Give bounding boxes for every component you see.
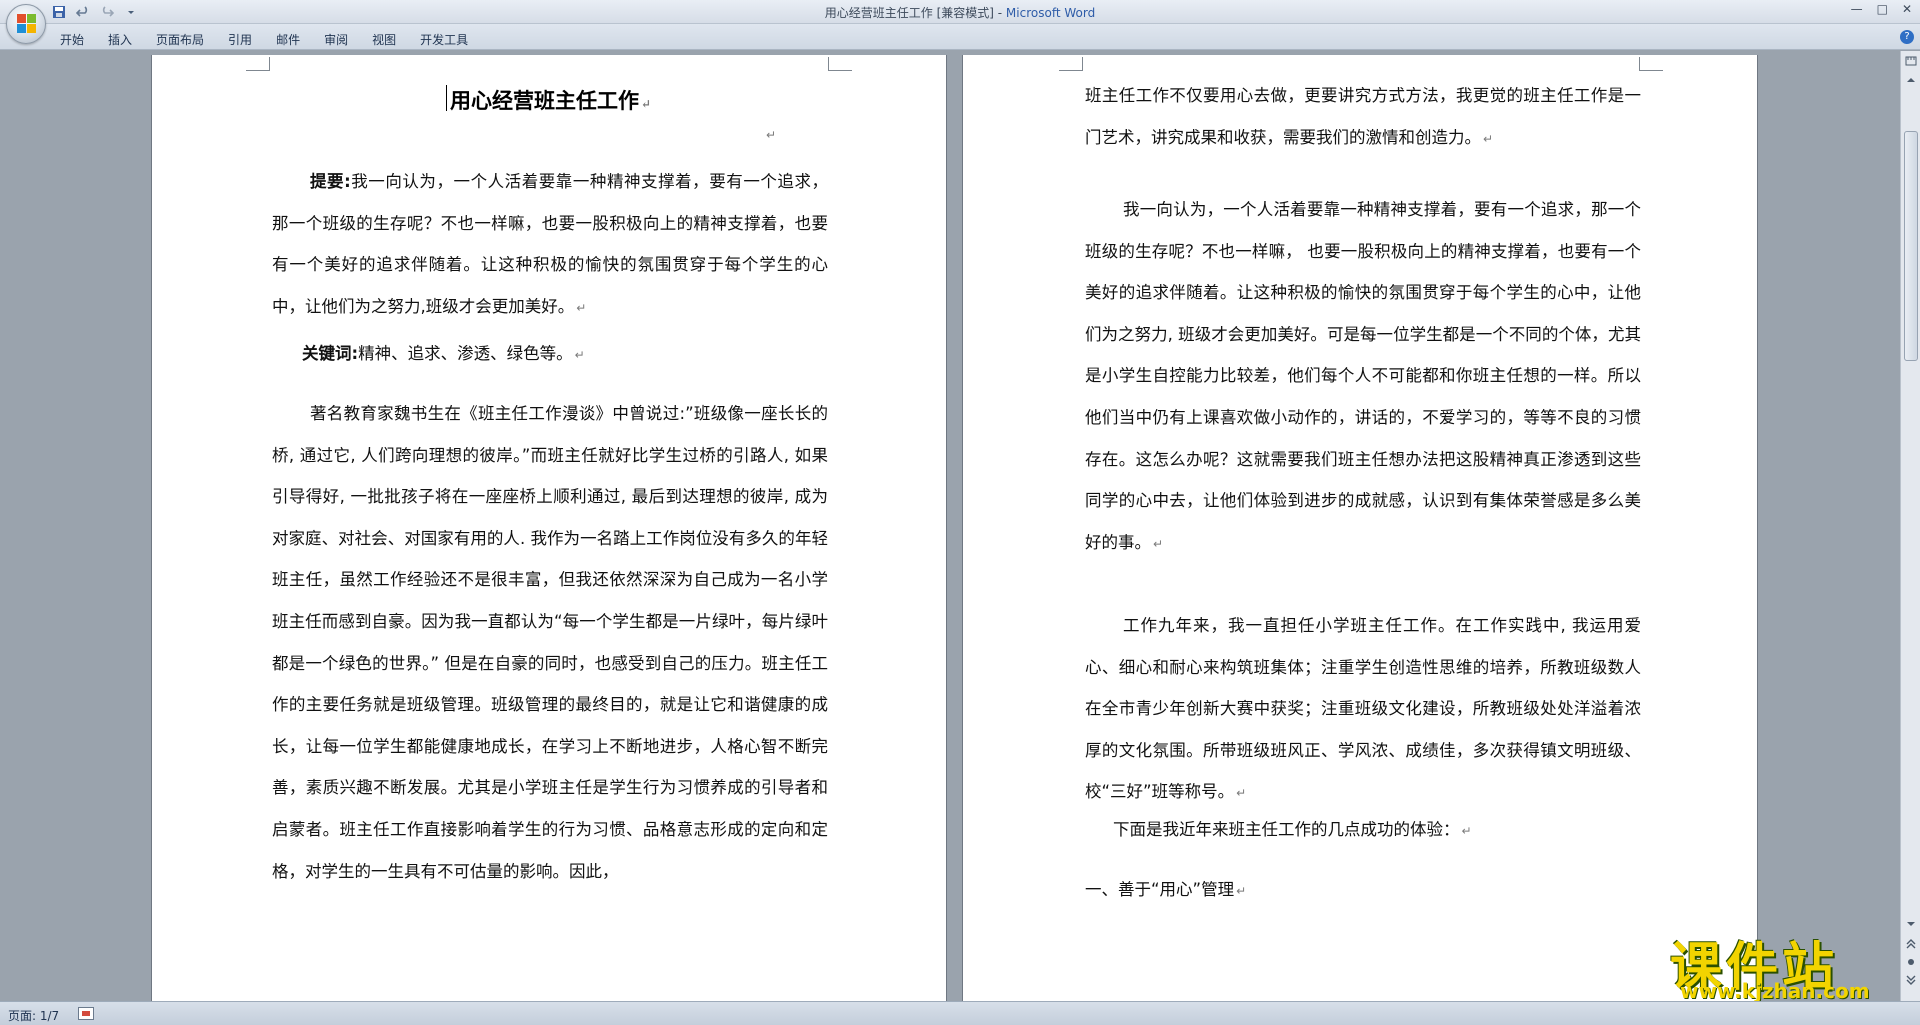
scroll-up-icon[interactable] [1904, 75, 1918, 89]
tab-insert[interactable]: 插入 [96, 29, 144, 50]
abstract-text: 我一向认为，一个人活着要靠一种精神支撑着，要有一个追求，那一个班级的生存呢？不也… [272, 172, 829, 316]
select-browse-object-icon[interactable] [1904, 957, 1918, 971]
restore-button[interactable]: □ [1877, 2, 1888, 16]
paragraph-text: 下面是我近年来班主任工作的几点成功的体验： [1113, 820, 1460, 839]
tab-review[interactable]: 审阅 [312, 29, 360, 50]
help-icon[interactable]: ? [1900, 30, 1914, 44]
crop-mark [1059, 57, 1083, 71]
tab-references[interactable]: 引用 [216, 29, 264, 50]
page-2[interactable]: 班主任工作不仅要用心去做，更要讲究方式方法，我更觉的班主任工作是一门艺术，讲究成… [963, 55, 1757, 1001]
heading-text: 用心经营班主任工作 [450, 88, 639, 113]
close-button[interactable]: ✕ [1902, 2, 1912, 16]
tab-home[interactable]: 开始 [48, 29, 96, 50]
document-heading: 用心经营班主任工作 ↵ [445, 85, 652, 115]
paragraph-mark: ↵ [1461, 824, 1472, 838]
keywords-paragraph: 关键词:精神、追求、渗透、绿色等。 ↵ [272, 333, 828, 377]
page-count-status[interactable]: 页面: 1/7 [8, 1007, 59, 1024]
continuation-paragraph: 班主任工作不仅要用心去做，更要讲究方式方法，我更觉的班主任工作是一门艺术，讲究成… [1085, 75, 1641, 160]
abstract-label: 提要: [310, 172, 351, 191]
crop-mark [246, 57, 270, 71]
keywords-label: 关键词: [302, 344, 359, 363]
abstract-paragraph: 提要:我一向认为，一个人活着要靠一种精神支撑着，要有一个追求，那一个班级的生存呢… [272, 161, 828, 329]
vertical-scrollbar[interactable] [1900, 51, 1920, 1001]
ruler-toggle-icon[interactable] [1904, 55, 1918, 69]
paragraph-mark: ↵ [766, 128, 777, 142]
empty-paragraph: ↵ [764, 113, 776, 157]
crop-mark [828, 57, 852, 71]
paragraph-mark: ↵ [641, 97, 652, 111]
paragraph-mark: ↵ [576, 300, 587, 315]
window-title: 用心经营班主任工作 [兼容模式] - Microsoft Word [0, 4, 1920, 21]
body-text: 著名教育家魏书生在《班主任工作漫谈》中曾说过:”班级像一座长长的桥, 通过它, … [272, 404, 828, 881]
scroll-down-icon[interactable] [1904, 919, 1918, 933]
paragraph-mark: ↵ [574, 348, 585, 362]
tab-developer[interactable]: 开发工具 [408, 29, 480, 50]
body-paragraph: 著名教育家魏书生在《班主任工作漫谈》中曾说过:”班级像一座长长的桥, 通过它, … [272, 393, 828, 892]
paragraph-mark: ↵ [1483, 131, 1494, 146]
app-name: Microsoft Word [1005, 6, 1096, 20]
paragraph-text: 班主任工作不仅要用心去做，更要讲究方式方法，我更觉的班主任工作是一门艺术，讲究成… [1085, 86, 1641, 147]
paragraph-mark: ↵ [1236, 884, 1247, 898]
proofing-status-icon[interactable] [78, 1007, 94, 1020]
keywords-text: 精神、追求、渗透、绿色等。 [358, 344, 573, 363]
paragraph-mark: ↵ [1153, 536, 1164, 551]
intro-paragraph: 下面是我近年来班主任工作的几点成功的体验： ↵ [1085, 809, 1641, 853]
window-controls: — □ ✕ [1851, 2, 1912, 16]
watermark-url-text: www.kjzhan.com [1680, 979, 1870, 1003]
tab-page-layout[interactable]: 页面布局 [144, 29, 216, 50]
minimize-button[interactable]: — [1851, 2, 1863, 16]
tab-mailings[interactable]: 邮件 [264, 29, 312, 50]
paragraph-text: 工作九年来，我一直担任小学班主任工作。在工作实践中, 我运用爱心、细心和耐心来构… [1085, 616, 1641, 802]
page-1[interactable]: 用心经营班主任工作 ↵ ↵ 提要:我一向认为，一个人活着要靠一种精神支撑着，要有一… [152, 55, 946, 1001]
paragraph-text: 我一向认为，一个人活着要靠一种精神支撑着，要有一个追求，那一个班级的生存呢？不也… [1085, 200, 1641, 552]
scrollbar-thumb[interactable] [1904, 131, 1918, 361]
tab-view[interactable]: 视图 [360, 29, 408, 50]
office-button[interactable] [6, 4, 46, 44]
experience-paragraph: 工作九年来，我一直担任小学班主任工作。在工作实践中, 我运用爱心、细心和耐心来构… [1085, 605, 1641, 815]
status-bar: 页面: 1/7 [0, 1001, 1920, 1025]
paragraph-mark: ↵ [1236, 786, 1247, 801]
document-workspace: 用心经营班主任工作 ↵ ↵ 提要:我一向认为，一个人活着要靠一种精神支撑着，要有一… [0, 51, 1900, 1001]
previous-page-icon[interactable] [1904, 939, 1918, 953]
crop-mark [1639, 57, 1663, 71]
office-logo-icon [17, 14, 37, 34]
heading-text: 一、善于“用心”管理 [1085, 880, 1235, 899]
site-watermark-logo: 课件站 www.kjzhan.com [1670, 925, 1900, 1005]
tab-list: 开始 插入 页面布局 引用 邮件 审阅 视图 开发工具 [48, 29, 480, 50]
title-bar: 用心经营班主任工作 [兼容模式] - Microsoft Word — □ ✕ [0, 0, 1920, 44]
document-title-text: 用心经营班主任工作 [兼容模式] - [824, 6, 1006, 20]
spirit-paragraph: 我一向认为，一个人活着要靠一种精神支撑着，要有一个追求，那一个班级的生存呢？不也… [1085, 189, 1641, 565]
section-heading: 一、善于“用心”管理 ↵ [1085, 869, 1641, 913]
next-page-icon[interactable] [1904, 975, 1918, 989]
ribbon-tabs: 开始 插入 页面布局 引用 邮件 审阅 视图 开发工具 ? [0, 24, 1920, 50]
